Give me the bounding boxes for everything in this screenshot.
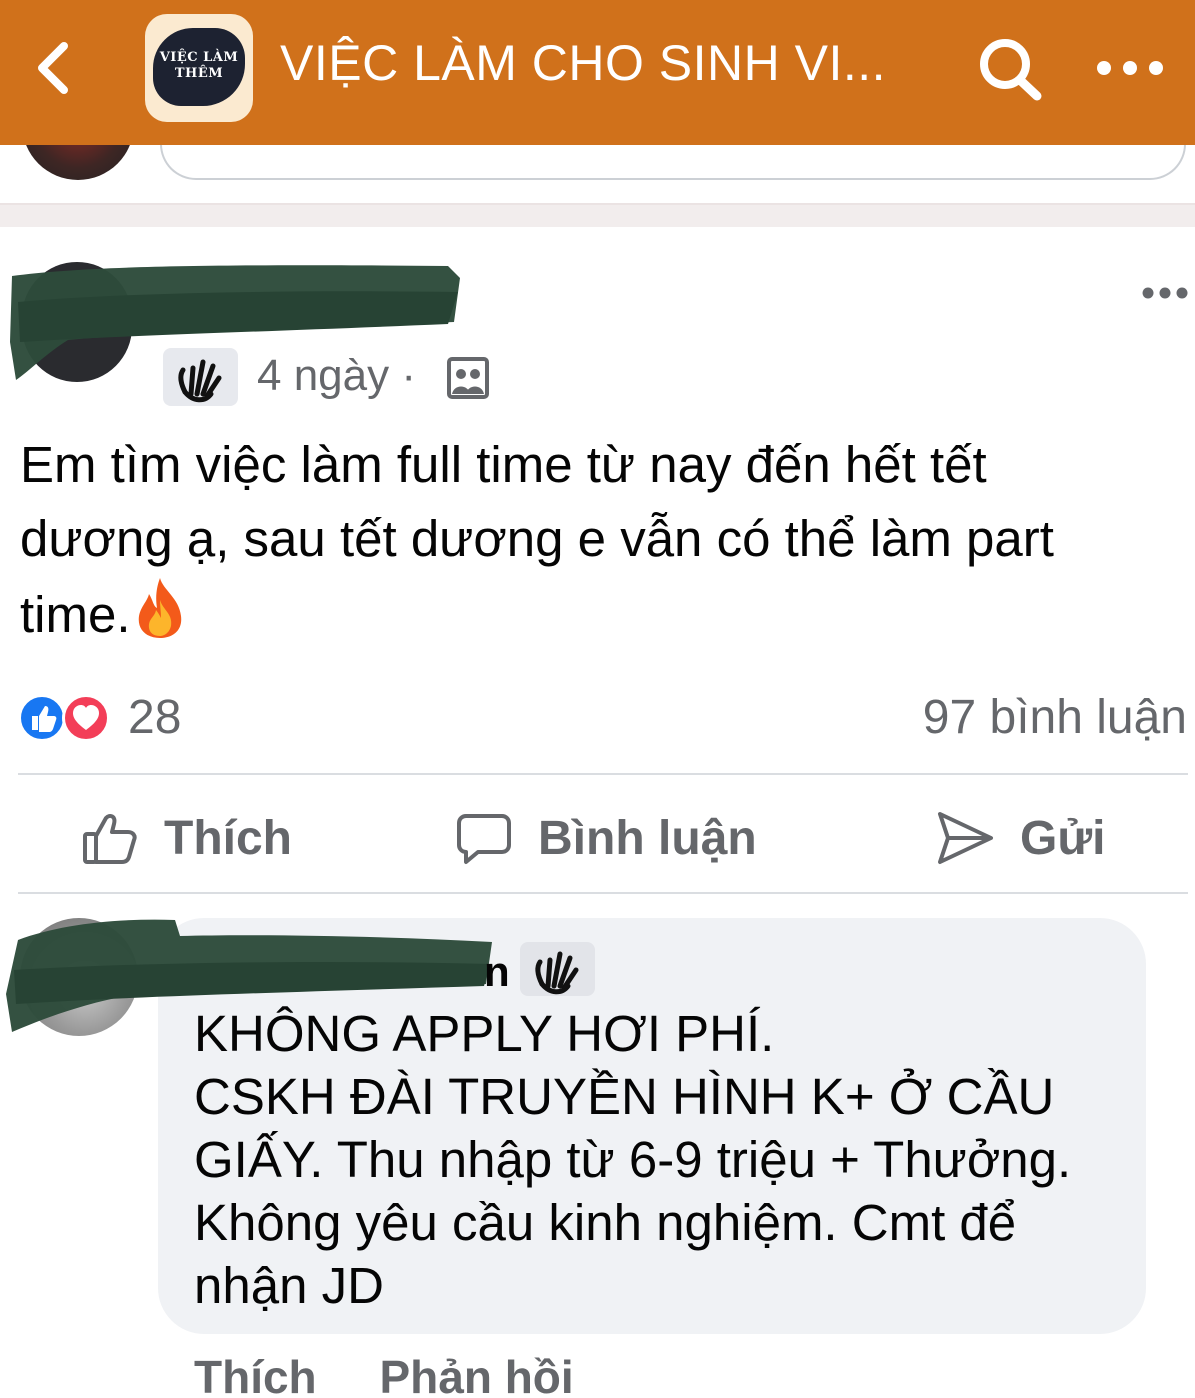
love-icon: [62, 694, 110, 742]
comment-like-button[interactable]: Thích: [194, 1350, 317, 1398]
comment-actions: Thích Phản hồi: [194, 1350, 574, 1398]
group-header-bar: VIỆC LÀM THÊM VIỆC LÀM CHO SINH VI...: [0, 0, 1195, 145]
comment-line: GIẤY. Thu nhập từ 6-9 triệu + Thưởng.: [194, 1131, 1072, 1188]
group-title[interactable]: VIỆC LÀM CHO SINH VI...: [280, 34, 886, 92]
comment-line: CSKH ĐÀI TRUYỀN HÌNH K+ Ở CẦU: [194, 1068, 1055, 1125]
comment-bubble-icon: [457, 814, 511, 864]
group-logo[interactable]: VIỆC LÀM THÊM: [145, 14, 253, 122]
commenter-name-tail[interactable]: n: [484, 948, 510, 996]
group-logo-text: VIỆC LÀM THÊM: [145, 50, 253, 82]
comment-line: KHÔNG APPLY HƠI PHÍ.: [194, 1005, 775, 1062]
new-member-badge[interactable]: [163, 348, 238, 406]
comment-body: KHÔNG APPLY HƠI PHÍ. CSKH ĐÀI TRUYỀN HÌN…: [194, 1002, 1124, 1317]
comment-button[interactable]: Bình luận: [456, 800, 757, 876]
divider: [18, 773, 1188, 775]
send-icon: [938, 812, 993, 864]
more-options-button[interactable]: [1092, 50, 1168, 86]
search-button[interactable]: [975, 36, 1045, 102]
post-text-tail: time.: [20, 586, 131, 643]
back-button[interactable]: [32, 40, 76, 96]
post-more-options-icon[interactable]: [1140, 283, 1190, 303]
thumbs-up-icon: [83, 814, 137, 864]
post-text-line: time.: [20, 576, 1180, 652]
like-button[interactable]: Thích: [82, 800, 292, 876]
search-icon: [980, 39, 1042, 101]
post-meta: 4 ngày ·: [257, 351, 416, 401]
more-horizontal-icon: [1097, 61, 1163, 75]
waving-hand-icon: [535, 951, 579, 995]
post-text-line: dương ạ, sau tết dương e vẫn có thể làm …: [20, 510, 1054, 567]
fire-icon: [138, 578, 181, 638]
waving-hand-icon: [178, 359, 222, 403]
chevron-left-icon: [38, 42, 68, 94]
comment-count[interactable]: 97 bình luận: [923, 690, 1187, 745]
comment-line: Không yêu cầu kinh nghiệm. Cmt để: [194, 1194, 1017, 1251]
send-button[interactable]: Gửi: [936, 800, 1105, 876]
post-body: Em tìm việc làm full time từ nay đến hết…: [20, 428, 1180, 652]
like-label: Thích: [164, 811, 292, 865]
comment-reply-button[interactable]: Phản hồi: [379, 1350, 573, 1398]
post-time[interactable]: 4 ngày: [257, 351, 389, 400]
comment-line: nhận JD: [194, 1257, 384, 1314]
divider: [18, 892, 1188, 894]
reaction-summary[interactable]: [18, 690, 218, 746]
post-text-line: Em tìm việc làm full time từ nay đến hết…: [20, 436, 987, 493]
send-label: Gửi: [1020, 811, 1106, 865]
like-icon: [18, 694, 66, 742]
reaction-count[interactable]: 28: [128, 690, 181, 745]
meta-separator: ·: [401, 351, 416, 400]
logo-text-line1: VIỆC LÀM: [159, 50, 239, 65]
new-member-badge[interactable]: [520, 942, 595, 996]
comment-label: Bình luận: [538, 811, 757, 865]
logo-text-line2: THÊM: [174, 66, 224, 81]
group-members-icon: [447, 357, 489, 399]
feed-separator: [0, 203, 1195, 227]
